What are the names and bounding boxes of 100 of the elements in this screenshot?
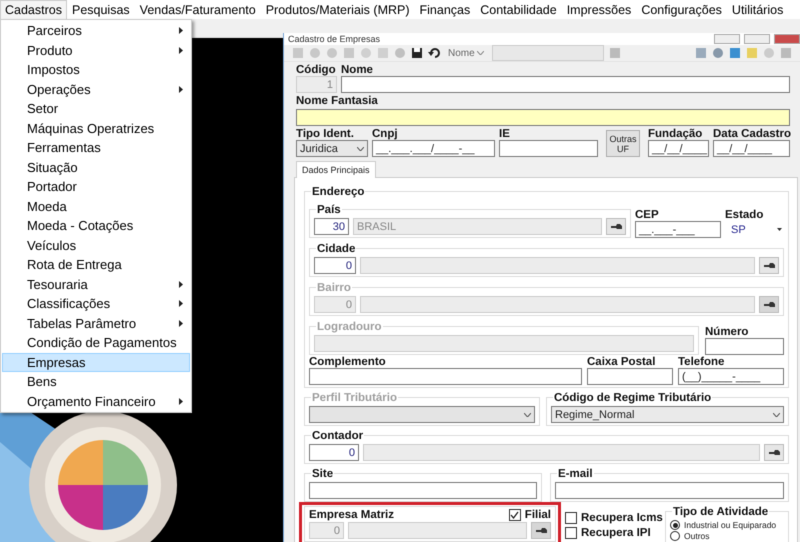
caret-icon [476, 51, 484, 55]
group-title: Logradouro [317, 321, 382, 333]
radio-button[interactable] [670, 531, 680, 541]
submenu-arrow-icon [179, 280, 183, 288]
name-field: BRASIL [353, 218, 602, 235]
text-field[interactable]: __.___.___/____-__ [372, 140, 495, 157]
menu-item[interactable]: Moeda - Cotações [2, 216, 190, 236]
code-field: 0 [309, 522, 344, 539]
check-icon [510, 511, 520, 519]
pointing-hand-icon [768, 450, 780, 456]
caret-icon [357, 146, 364, 150]
text-field[interactable] [341, 76, 790, 93]
lookup-button[interactable] [759, 296, 779, 313]
text-field[interactable]: (__)_____-____ [678, 368, 784, 385]
pointing-hand-icon [764, 302, 774, 308]
menu-item[interactable]: Rota de Entrega [2, 255, 190, 274]
menu-item[interactable]: Moeda [2, 196, 190, 216]
field-label: Complemento [309, 356, 387, 368]
group-title: País [317, 204, 341, 216]
text-field[interactable] [705, 338, 784, 355]
menu-item[interactable]: Condição de Pagamentos [2, 333, 190, 352]
undo-icon[interactable] [428, 47, 440, 59]
group-title: Bairro [317, 282, 351, 294]
menu-item[interactable]: Cadastros [0, 0, 67, 19]
checkbox-label: Recupera Icms [581, 512, 663, 524]
field-label: Cnpj [372, 128, 399, 140]
dropdown[interactable]: Regime_Normal [551, 406, 784, 423]
group-title: Endereço [312, 186, 364, 198]
code-field[interactable]: 0 [314, 257, 356, 274]
text-field[interactable] [309, 368, 582, 385]
menu-item[interactable]: Situação [2, 158, 190, 177]
checkbox[interactable] [565, 527, 577, 539]
state-value: SP [731, 224, 746, 236]
menu-item[interactable]: Portador [2, 177, 190, 196]
text-field[interactable]: __.___-___ [635, 221, 721, 238]
code-field[interactable]: 0 [309, 444, 359, 461]
text-field[interactable]: __/__/____ [713, 140, 790, 157]
field-label: Código [296, 64, 337, 76]
group-title: Código de Regime Tributário [554, 392, 712, 404]
radio-button[interactable] [670, 520, 680, 530]
submenu-arrow-icon [179, 27, 183, 34]
text-field[interactable] [499, 140, 598, 157]
field-label: Caixa Postal [587, 356, 656, 368]
window-title: Cadastro de Empresas [288, 33, 380, 45]
field-label: Número [705, 326, 750, 338]
field-label: Telefone [678, 356, 726, 368]
submenu-arrow-icon [179, 320, 183, 327]
caret-icon [524, 412, 531, 416]
code-field: 1 [296, 76, 337, 93]
text-field[interactable] [587, 368, 673, 385]
submenu-arrow-icon [179, 46, 183, 54]
menu-item[interactable]: Tabelas Parâmetro [2, 314, 190, 333]
group-title: Empresa Matriz [309, 509, 394, 521]
group-title: Contador [312, 430, 364, 442]
group-title: Cidade [317, 243, 356, 255]
menu-item[interactable]: Operações [2, 80, 190, 99]
menu-item[interactable]: Produto [2, 40, 190, 60]
lookup-button[interactable] [764, 444, 784, 461]
dropdown-arrow-icon[interactable] [777, 228, 782, 231]
text-field[interactable]: __/__/____ [648, 140, 709, 157]
dropdown[interactable]: Juridica [296, 140, 368, 157]
group-title: Perfil Tributário [312, 392, 397, 404]
code-field: 0 [314, 296, 356, 313]
text-field[interactable] [309, 482, 537, 499]
menu-item[interactable]: Classificações [2, 294, 190, 314]
submenu-arrow-icon [179, 398, 183, 405]
menu-item[interactable]: Impostos [2, 60, 190, 80]
checkbox-label: Recupera IPI [581, 527, 651, 539]
field-label: CEP [635, 209, 660, 221]
radio-label: Industrial ou Equiparado [684, 520, 776, 530]
tab[interactable]: Dados Principais [296, 161, 376, 178]
radio-label: Outros [684, 531, 710, 541]
group-title: Site [312, 468, 334, 480]
code-field[interactable]: 30 [314, 218, 349, 235]
menu-item[interactable]: Ferramentas [2, 138, 190, 158]
menu-item[interactable]: Parceiros [2, 21, 190, 40]
field-label: Data Cadastro [713, 128, 790, 140]
menu-item[interactable]: Setor [2, 99, 190, 118]
search-by-dropdown[interactable]: Nome [445, 48, 487, 58]
outras-uf-button[interactable]: Outras UF [606, 130, 640, 157]
menu-item[interactable]: Empresas [2, 352, 190, 372]
checkbox[interactable] [565, 512, 577, 524]
submenu-arrow-icon [179, 86, 183, 93]
text-field[interactable] [296, 109, 790, 126]
pointing-hand-icon [610, 224, 622, 230]
submenu-arrow-icon [179, 300, 183, 308]
search-field[interactable] [492, 45, 604, 61]
menu-item[interactable]: Bens [2, 372, 190, 392]
pointing-hand-icon [764, 262, 774, 268]
text-field[interactable] [555, 482, 784, 499]
group-title: Tipo de Atividade [673, 506, 768, 518]
caret-icon [773, 412, 780, 416]
menu-item[interactable]: Máquinas Operatrizes [2, 118, 190, 138]
menu-item[interactable]: Tesouraria [2, 274, 190, 294]
field-label: IE [499, 128, 511, 140]
lookup-button[interactable] [606, 218, 626, 235]
lookup-button[interactable] [759, 257, 779, 274]
menu-item[interactable]: Orçamento Financeiro [2, 392, 190, 411]
menu-item[interactable]: Veículos [2, 236, 190, 255]
field-label: Estado [725, 209, 764, 221]
